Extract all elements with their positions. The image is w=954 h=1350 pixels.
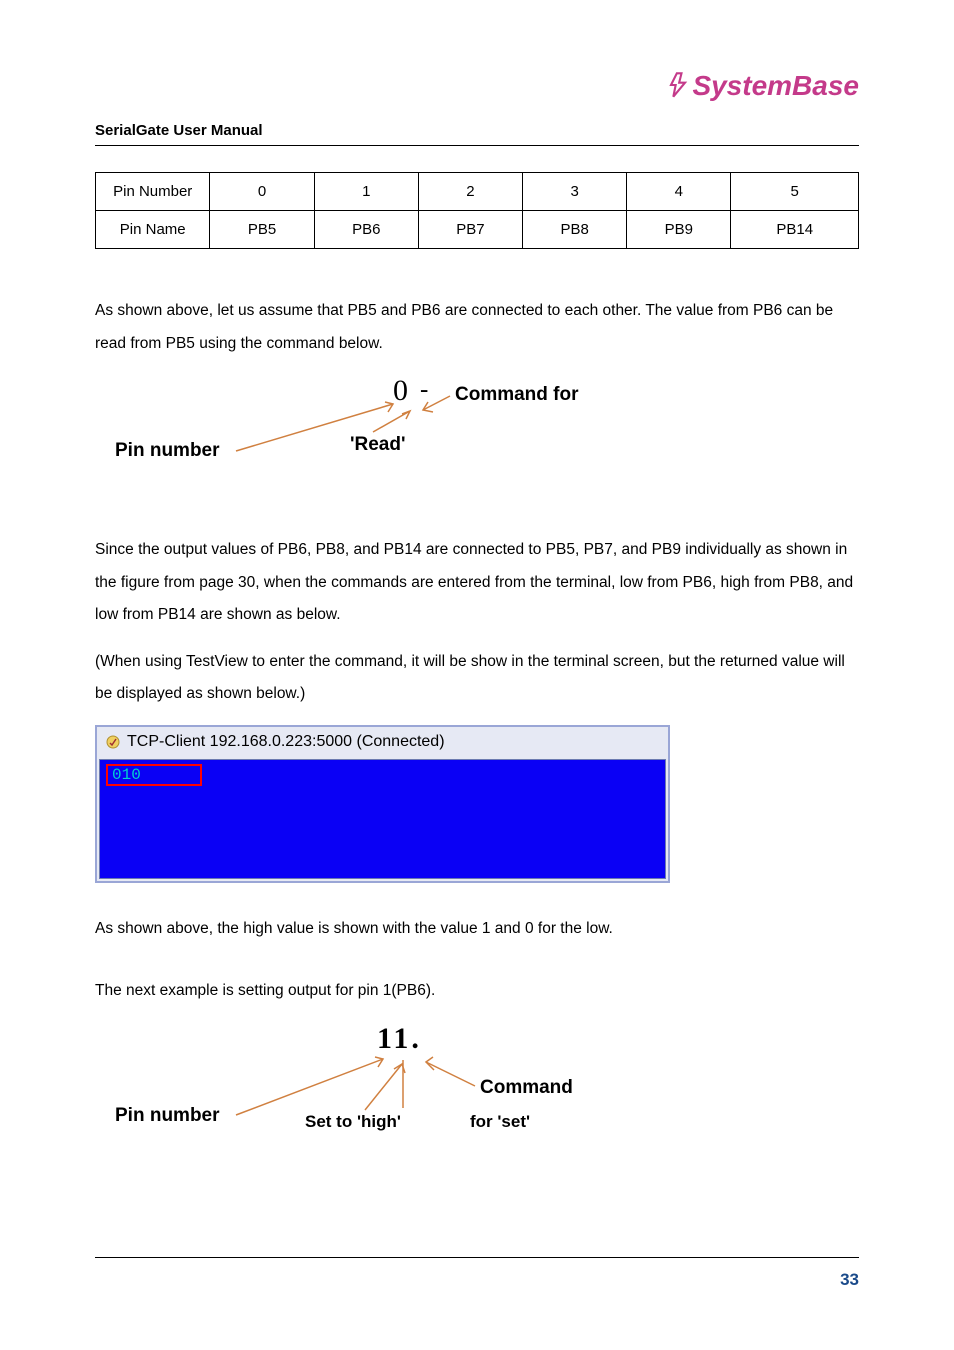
paragraph: As shown above, the high value is shown … <box>95 913 859 946</box>
command-label: Command <box>480 1077 573 1099</box>
cell: Pin Name <box>96 211 210 249</box>
paragraph: As shown above, let us assume that PB5 a… <box>95 295 859 360</box>
cell: 0 <box>210 173 314 211</box>
pin-number-label: Pin number <box>115 1105 220 1127</box>
terminal-titlebar: TCP-Client 192.168.0.223:5000 (Connected… <box>97 727 668 757</box>
logo-icon <box>664 71 692 99</box>
doc-title: SerialGate User Manual <box>95 122 859 139</box>
paragraph: (When using TestView to enter the comman… <box>95 646 859 711</box>
pin-table: Pin Number 0 1 2 3 4 5 Pin Name PB5 PB6 … <box>95 172 859 249</box>
command-text: 11. <box>377 1022 422 1056</box>
paragraph: Since the output values of PB6, PB8, and… <box>95 534 859 632</box>
command-for-label: Command for <box>455 384 579 406</box>
set-high-label: Set to 'high' <box>305 1112 401 1132</box>
page-number: 33 <box>840 1270 859 1290</box>
logo: SystemBase <box>664 70 859 102</box>
dash-text: - <box>420 376 428 404</box>
for-set-label: for 'set' <box>470 1112 530 1132</box>
terminal-window: TCP-Client 192.168.0.223:5000 (Connected… <box>95 725 670 883</box>
cell: PB14 <box>731 211 859 249</box>
cell: Pin Number <box>96 173 210 211</box>
table-row: Pin Number 0 1 2 3 4 5 <box>96 173 859 211</box>
terminal-title-text: TCP-Client 192.168.0.223:5000 (Connected… <box>127 733 445 751</box>
footer-rule <box>95 1257 859 1258</box>
document-page: SystemBase SerialGate User Manual Pin Nu… <box>0 0 954 1350</box>
cell: 3 <box>523 173 627 211</box>
cell: PB6 <box>314 211 418 249</box>
read-command-diagram: 0 - Pin number Command for 'Read' <box>115 374 615 494</box>
command-text: 0 <box>393 374 409 408</box>
pin-number-label: Pin number <box>115 440 220 462</box>
terminal-body: 010 <box>99 759 666 879</box>
terminal-output-highlight: 010 <box>106 764 202 786</box>
terminal-output: 010 <box>112 766 141 784</box>
header-rule <box>95 145 859 146</box>
client-icon <box>105 734 121 750</box>
cell: PB9 <box>627 211 731 249</box>
cell: 5 <box>731 173 859 211</box>
cell: 4 <box>627 173 731 211</box>
cell: 2 <box>418 173 522 211</box>
table-row: Pin Name PB5 PB6 PB7 PB8 PB9 PB14 <box>96 211 859 249</box>
set-command-diagram: 11. Pin number Set to 'high' Command for… <box>115 1022 615 1152</box>
cell: PB8 <box>523 211 627 249</box>
cell: 1 <box>314 173 418 211</box>
cell: PB5 <box>210 211 314 249</box>
read-label: 'Read' <box>350 434 406 456</box>
paragraph: The next example is setting output for p… <box>95 975 859 1008</box>
cell: PB7 <box>418 211 522 249</box>
logo-text: SystemBase <box>692 70 859 101</box>
